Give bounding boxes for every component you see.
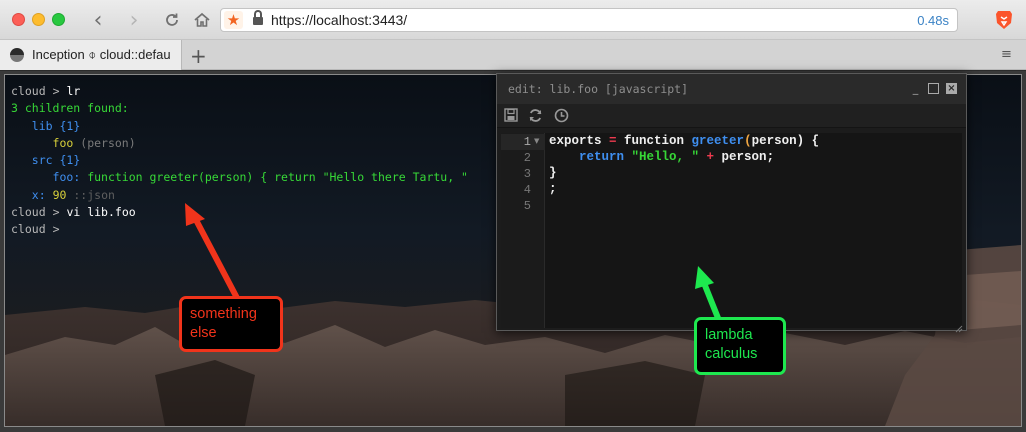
terminal-line: lib {1} [31, 118, 81, 133]
editor-titlebar[interactable]: edit: lib.foo [javascript] _ × [497, 74, 966, 104]
editor-minimize-button[interactable]: _ [910, 83, 921, 94]
annotation-lambda-calculus: lambda calculus [694, 317, 786, 375]
history-icon[interactable] [554, 108, 570, 124]
line-number: 5 [523, 199, 531, 213]
resize-handle-icon[interactable] [955, 320, 963, 333]
line-number: 3 [523, 167, 531, 181]
url-text[interactable]: https://localhost:3443/ [271, 12, 407, 28]
terminal-line: cloud > vi lib.foo [11, 205, 136, 220]
code-editor[interactable]: 1 ▼ 2 3 4 5 exports = function greeter(p… [501, 133, 962, 328]
back-icon[interactable]: ‹ [86, 8, 110, 33]
editor-title: edit: lib.foo [javascript] [508, 82, 689, 96]
tab-strip: Inception ⌽ cloud::defau + ≡ [0, 40, 1026, 70]
editor-maximize-button[interactable] [928, 83, 939, 94]
terminal-line: x: 90 ::json [31, 187, 115, 202]
refresh-icon[interactable] [528, 108, 544, 124]
tab-favicon-icon [10, 48, 24, 62]
terminal-line: cloud > lr [11, 84, 81, 98]
forward-icon[interactable]: › [122, 8, 146, 33]
new-tab-button[interactable]: + [190, 44, 207, 68]
tab-inception[interactable]: Inception ⌽ cloud::defau [0, 40, 182, 70]
line-number: 4 [523, 183, 531, 197]
editor-toolbar [497, 104, 966, 128]
line-number: 1 [523, 135, 531, 149]
bookmark-star-icon[interactable]: ★ [224, 11, 243, 29]
code-line: ; [549, 182, 557, 196]
terminal-input-line[interactable]: cloud > [11, 221, 501, 238]
terminal-line: foo (person) [52, 135, 136, 150]
fold-arrow-icon[interactable]: ▼ [534, 137, 539, 145]
terminal-output[interactable]: cloud > lr 3 children found: lib {1} foo… [11, 83, 501, 239]
code-line: } [549, 166, 557, 180]
window-maximize-button[interactable] [52, 13, 65, 26]
terminal-line: 3 children found: [11, 101, 129, 116]
load-time-badge: 0.48s [917, 13, 949, 28]
tab-menu-icon[interactable]: ≡ [1001, 47, 1012, 62]
tab-title: Inception ⌽ cloud::defau [32, 47, 171, 62]
editor-window[interactable]: edit: lib.foo [javascript] _ × 1 ▼ 2 3 4… [496, 73, 967, 333]
window-close-button[interactable] [12, 13, 25, 26]
code-line: exports = function greeter(person) { [549, 134, 820, 148]
lock-icon [253, 10, 263, 25]
window-minimize-button[interactable] [32, 13, 45, 26]
line-number: 2 [523, 151, 531, 165]
terminal-line: foo: function greeter(person) { return "… [52, 170, 468, 185]
reload-icon[interactable] [160, 8, 184, 32]
line-number-gutter: 1 ▼ 2 3 4 5 [501, 133, 545, 328]
save-icon[interactable] [504, 108, 520, 124]
brave-lion-icon[interactable] [995, 10, 1013, 30]
editor-close-button[interactable]: × [946, 83, 957, 94]
address-bar[interactable]: ★ https://localhost:3443/ 0.48s [220, 8, 958, 32]
code-line: return "Hello, " + person; [549, 150, 775, 164]
terminal-line: src {1} [31, 153, 81, 168]
home-icon[interactable] [190, 8, 214, 32]
browser-titlebar: ‹ › ★ https://localhost:3443/ 0.48s [0, 0, 1026, 40]
annotation-something-else: something else [179, 296, 283, 352]
